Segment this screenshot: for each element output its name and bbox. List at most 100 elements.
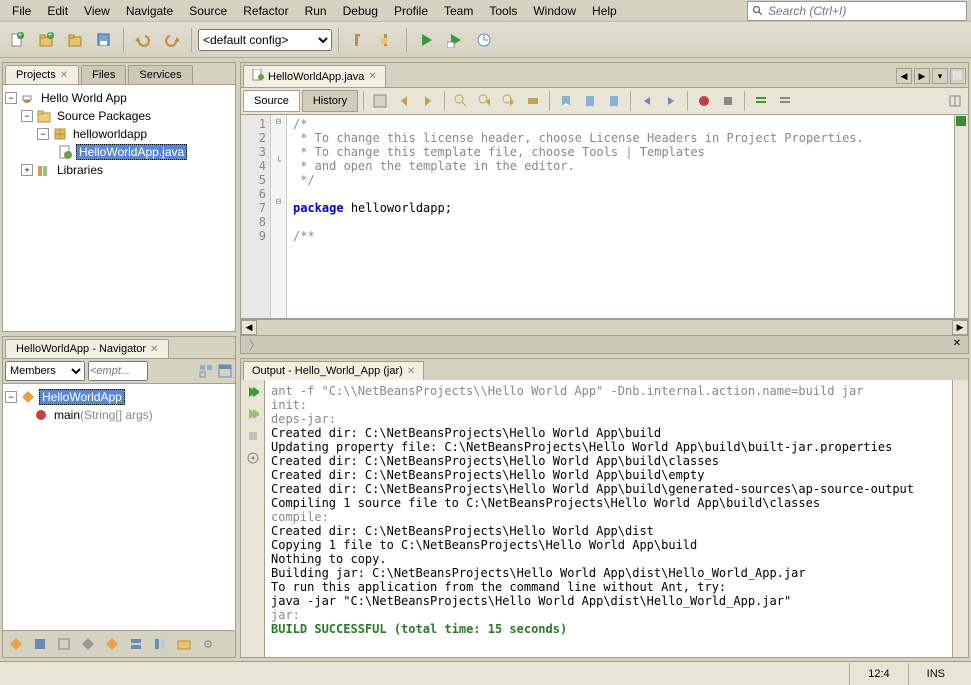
h-scrollbar[interactable]: ◀ ▶ [241,319,968,335]
rerun-icon[interactable] [245,384,261,400]
tab-files[interactable]: Files [81,65,126,84]
static-icon[interactable] [53,633,75,655]
close-icon[interactable]: ✕ [368,71,376,82]
build-button[interactable] [345,27,371,53]
close-icon[interactable]: ✕ [407,366,415,377]
code-editor[interactable]: 123456789 ⊟└⊟ /* * To change this licens… [241,115,968,319]
profile-button[interactable] [471,27,497,53]
method-node[interactable]: main(String[] args) [52,408,155,422]
panel-toggle-icon[interactable] [217,363,233,379]
filter-icon[interactable]: ⚙ [197,633,219,655]
close-panel-icon[interactable]: ✕ [950,338,964,352]
search-box[interactable] [747,1,967,21]
open-project-button[interactable] [62,27,88,53]
start-macro-icon[interactable] [693,90,715,112]
java-file-node[interactable]: HelloWorldApp.java [76,144,187,160]
tab-list-button[interactable]: ▾ [932,68,948,84]
menu-view[interactable]: View [76,2,118,20]
source-packages-node[interactable]: Source Packages [55,109,153,123]
menu-debug[interactable]: Debug [335,2,386,20]
find-selection-icon[interactable] [450,90,472,112]
fqn-icon[interactable] [149,633,171,655]
tree-twisty[interactable]: − [5,391,17,403]
navigator-filter-input[interactable] [88,361,148,381]
menu-edit[interactable]: Edit [39,2,76,20]
run-button[interactable] [413,27,439,53]
debug-button[interactable] [442,27,468,53]
close-icon[interactable]: ✕ [150,344,158,355]
settings-icon[interactable] [245,450,261,466]
last-edit-icon[interactable] [369,90,391,112]
projects-tree[interactable]: − Hello World App − Source Packages − he… [3,85,235,331]
error-strip[interactable] [954,115,968,318]
close-icon[interactable]: ✕ [60,70,68,81]
save-all-button[interactable] [91,27,117,53]
tree-twisty[interactable]: − [37,128,49,140]
class-node[interactable]: HelloWorldApp [39,389,125,405]
scroll-right-icon[interactable]: ▶ [952,320,968,335]
sort-alpha-icon[interactable] [101,633,123,655]
toggle-bookmark-icon[interactable] [603,90,625,112]
auto-refresh-icon[interactable] [173,633,195,655]
find-prev-icon[interactable] [474,90,496,112]
menu-refactor[interactable]: Refactor [235,2,296,20]
menu-navigate[interactable]: Navigate [118,2,181,20]
menu-run[interactable]: Run [297,2,335,20]
shift-left-icon[interactable] [636,90,658,112]
subtab-history[interactable]: History [302,90,358,112]
new-file-button[interactable]: + [4,27,30,53]
forward-icon[interactable] [417,90,439,112]
prev-tab-button[interactable]: ◀ [896,68,912,84]
editor-tab[interactable]: HelloWorldApp.java ✕ [243,65,386,87]
view-toggle-icon[interactable] [198,363,214,379]
uncomment-icon[interactable] [774,90,796,112]
find-next-icon[interactable] [498,90,520,112]
undo-button[interactable] [130,27,156,53]
tree-twisty[interactable]: − [5,92,17,104]
comment-icon[interactable] [750,90,772,112]
menu-help[interactable]: Help [584,2,625,20]
redo-button[interactable] [159,27,185,53]
navigator-tree[interactable]: − HelloWorldApp main(String[] args) [3,384,235,630]
non-public-icon[interactable] [77,633,99,655]
menu-source[interactable]: Source [181,2,235,20]
subtab-source[interactable]: Source [243,90,300,112]
stop-icon[interactable] [245,428,261,444]
shift-right-icon[interactable] [660,90,682,112]
tree-twisty[interactable]: + [21,164,33,176]
stop-macro-icon[interactable] [717,90,739,112]
tab-services[interactable]: Services [128,65,192,84]
rerun-alt-icon[interactable] [245,406,261,422]
sort-pos-icon[interactable] [125,633,147,655]
fold-gutter[interactable]: ⊟└⊟ [271,115,287,318]
prev-bookmark-icon[interactable] [555,90,577,112]
tab-projects[interactable]: Projects✕ [5,65,79,84]
menu-window[interactable]: Window [525,2,584,20]
toggle-highlight-icon[interactable] [522,90,544,112]
output-scrollbar[interactable] [952,380,968,657]
tree-twisty[interactable]: − [21,110,33,122]
package-node[interactable]: helloworldapp [71,127,149,141]
code-text[interactable]: /* * To change this license header, choo… [287,115,954,318]
menu-profile[interactable]: Profile [386,2,436,20]
tab-navigator[interactable]: HelloWorldApp - Navigator✕ [5,339,169,358]
maximize-button[interactable]: ⬜ [950,68,966,84]
menu-team[interactable]: Team [436,2,481,20]
output-tab[interactable]: Output - Hello_World_App (jar) ✕ [243,361,424,380]
project-node[interactable]: Hello World App [39,91,129,105]
clean-build-button[interactable] [374,27,400,53]
next-tab-button[interactable]: ▶ [914,68,930,84]
members-select[interactable]: Members [5,361,85,381]
menu-tools[interactable]: Tools [481,2,525,20]
split-icon[interactable] [944,90,966,112]
back-icon[interactable] [393,90,415,112]
new-project-button[interactable]: + [33,27,59,53]
config-select[interactable]: <default config> [198,29,332,51]
menu-file[interactable]: File [4,2,39,20]
output-text[interactable]: ant -f "C:\\NetBeansProjects\\Hello Worl… [265,380,952,657]
next-bookmark-icon[interactable] [579,90,601,112]
fields-icon[interactable] [29,633,51,655]
libraries-node[interactable]: Libraries [55,163,105,177]
inherited-icon[interactable] [5,633,27,655]
search-input[interactable] [768,4,962,18]
